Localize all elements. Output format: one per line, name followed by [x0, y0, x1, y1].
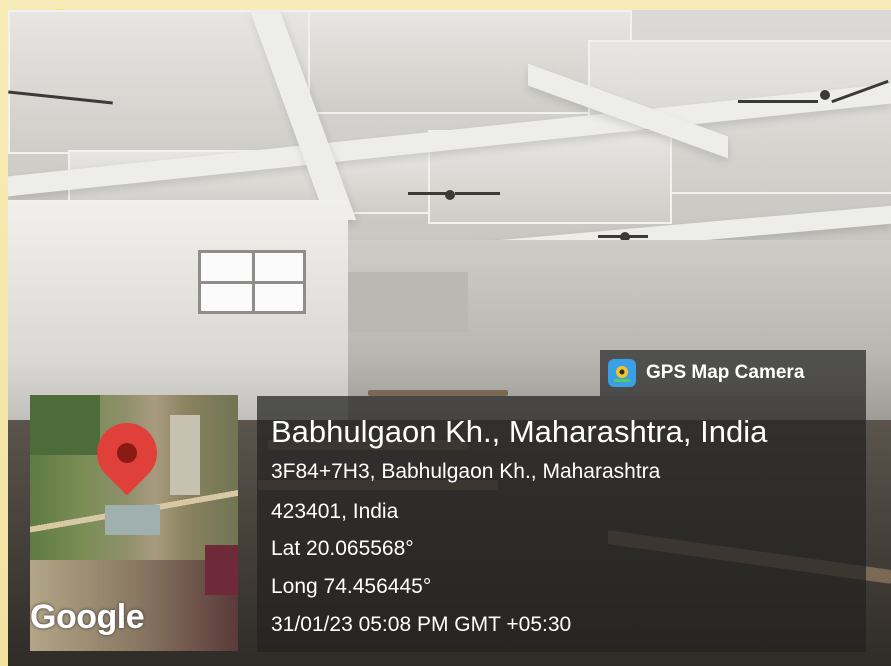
far-wall [348, 272, 468, 332]
address-line-1: 3F84+7H3, Babhulgaon Kh., Maharashtra [271, 460, 661, 483]
photo-frame: GPS Map Camera Google Babhulgaon Kh., Ma… [0, 0, 891, 666]
gps-map-camera-icon [608, 359, 636, 387]
fan-blade [598, 235, 648, 238]
ceiling-fan [820, 90, 830, 100]
fan-blade [738, 100, 818, 103]
fan-blade [455, 192, 500, 195]
badge-label: GPS Map Camera [646, 362, 805, 383]
location-info-panel: Babhulgaon Kh., Maharashtra, India 3F84+… [257, 396, 866, 652]
window [198, 250, 306, 314]
google-watermark: Google [30, 598, 145, 636]
latitude: Lat 20.065568° [271, 537, 414, 560]
map-thumbnail: Google [30, 395, 238, 651]
longitude: Long 74.456445° [271, 575, 432, 598]
gps-map-camera-badge: GPS Map Camera [600, 350, 866, 396]
address-line-2: 423401, India [271, 500, 399, 523]
datetime: 31/01/23 05:08 PM GMT +05:30 [271, 613, 572, 636]
fan-blade [408, 192, 448, 195]
location-title: Babhulgaon Kh., Maharashtra, India [271, 414, 768, 449]
